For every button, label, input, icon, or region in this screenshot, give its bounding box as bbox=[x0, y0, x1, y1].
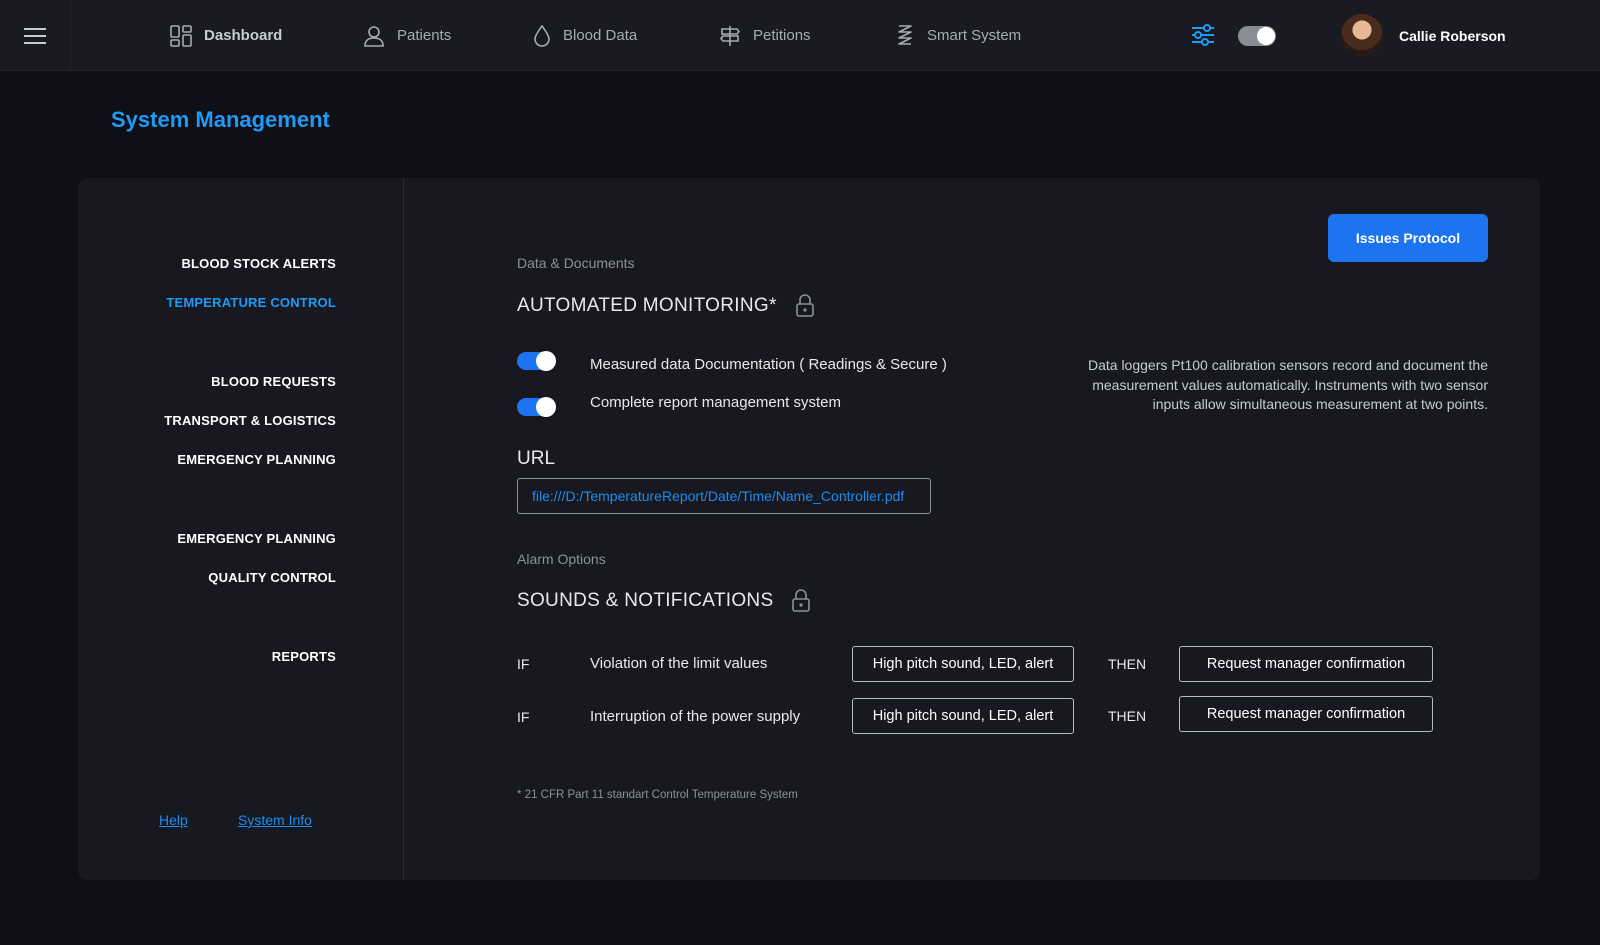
toggle-measured-data[interactable] bbox=[517, 351, 556, 371]
issues-protocol-button[interactable]: Issues Protocol bbox=[1328, 214, 1488, 262]
sidebar-divider bbox=[403, 178, 404, 880]
nav-dashboard-label: Dashboard bbox=[204, 27, 283, 44]
alarm-section-heading: SOUNDS & NOTIFICATIONS bbox=[517, 589, 811, 613]
sidebar-item-temperature-control[interactable]: TEMPERATURE CONTROL bbox=[166, 295, 336, 310]
avatar[interactable] bbox=[1341, 14, 1383, 56]
signpost-icon bbox=[719, 25, 741, 46]
nav-petitions[interactable]: Petitions bbox=[719, 0, 811, 71]
rule-if-label: IF bbox=[517, 656, 530, 672]
toggle-knob bbox=[536, 351, 556, 371]
filter-settings-icon[interactable] bbox=[1190, 22, 1216, 48]
nav-smart-system[interactable]: Smart System bbox=[895, 0, 1021, 71]
nav-blood-data[interactable]: Blood Data bbox=[533, 0, 637, 71]
settings-card bbox=[78, 178, 1540, 880]
sidebar-item-emergency-planning[interactable]: EMERGENCY PLANNING bbox=[177, 452, 336, 467]
nav-smart-system-label: Smart System bbox=[927, 27, 1022, 44]
dashboard-icon bbox=[170, 24, 192, 47]
hamburger-menu-button[interactable] bbox=[0, 0, 71, 71]
rule-action-select[interactable]: High pitch sound, LED, alert bbox=[852, 698, 1074, 734]
user-icon bbox=[364, 25, 384, 47]
nav-petitions-label: Petitions bbox=[753, 27, 811, 44]
sidebar-item-blood-stock-alerts[interactable]: BLOOD STOCK ALERTS bbox=[181, 256, 336, 271]
spring-icon bbox=[898, 24, 912, 45]
drop-icon bbox=[534, 24, 550, 47]
option-report-management-label: Complete report management system bbox=[590, 394, 841, 411]
lock-icon[interactable] bbox=[795, 294, 815, 318]
nav-patients-label: Patients bbox=[397, 27, 452, 44]
rule-then-label: THEN bbox=[1108, 708, 1147, 724]
top-bar: Dashboard Patients Blood Data Petitions … bbox=[0, 0, 1600, 71]
rule-then-label: THEN bbox=[1108, 656, 1147, 672]
theme-toggle[interactable] bbox=[1238, 26, 1276, 46]
system-info-link[interactable]: System Info bbox=[238, 812, 312, 828]
rule-if-label: IF bbox=[517, 709, 530, 725]
data-section-subtitle: Data & Documents bbox=[517, 255, 635, 271]
monitoring-description: Data loggers Pt100 calibration sensors r… bbox=[1087, 357, 1488, 412]
sidebar-item-transport-logistics[interactable]: TRANSPORT & LOGISTICS bbox=[164, 413, 336, 428]
url-label: URL bbox=[517, 448, 556, 469]
sidebar-item-blood-requests[interactable]: BLOOD REQUESTS bbox=[211, 374, 336, 389]
sidebar-item-emergency-planning-2[interactable]: EMERGENCY PLANNING bbox=[177, 531, 336, 546]
rule-result-select[interactable]: Request manager confirmation bbox=[1179, 646, 1433, 682]
rule-condition: Violation of the limit values bbox=[590, 655, 768, 672]
rule-action-select[interactable]: High pitch sound, LED, alert bbox=[852, 646, 1074, 682]
nav-blood-data-label: Blood Data bbox=[563, 27, 638, 44]
user-name[interactable]: Callie Roberson bbox=[1399, 0, 1506, 71]
lock-icon[interactable] bbox=[791, 589, 811, 613]
data-section-heading: AUTOMATED MONITORING* bbox=[517, 294, 815, 318]
alarm-section-subtitle: Alarm Options bbox=[517, 551, 606, 567]
hamburger-icon bbox=[24, 27, 46, 44]
rule-condition: Interruption of the power supply bbox=[590, 708, 801, 725]
sidebar-item-reports[interactable]: REPORTS bbox=[272, 649, 336, 664]
url-input[interactable] bbox=[517, 478, 931, 514]
sidebar-item-quality-control[interactable]: QUALITY CONTROL bbox=[208, 570, 336, 585]
option-measured-data-label: Measured data Documentation ( Readings &… bbox=[590, 356, 947, 373]
data-section-title: AUTOMATED MONITORING* bbox=[517, 295, 777, 316]
toggle-report-management[interactable] bbox=[517, 397, 556, 417]
alarm-section-title: SOUNDS & NOTIFICATIONS bbox=[517, 590, 774, 611]
theme-toggle-knob bbox=[1257, 27, 1275, 45]
toggle-knob bbox=[536, 397, 556, 417]
nav-patients[interactable]: Patients bbox=[363, 0, 451, 71]
nav-dashboard[interactable]: Dashboard bbox=[170, 0, 282, 71]
rule-result-select[interactable]: Request manager confirmation bbox=[1179, 696, 1433, 732]
page-title: System Management bbox=[111, 107, 330, 132]
help-link[interactable]: Help bbox=[159, 812, 188, 828]
footnote: * 21 CFR Part 11 standart Control Temper… bbox=[517, 789, 798, 801]
